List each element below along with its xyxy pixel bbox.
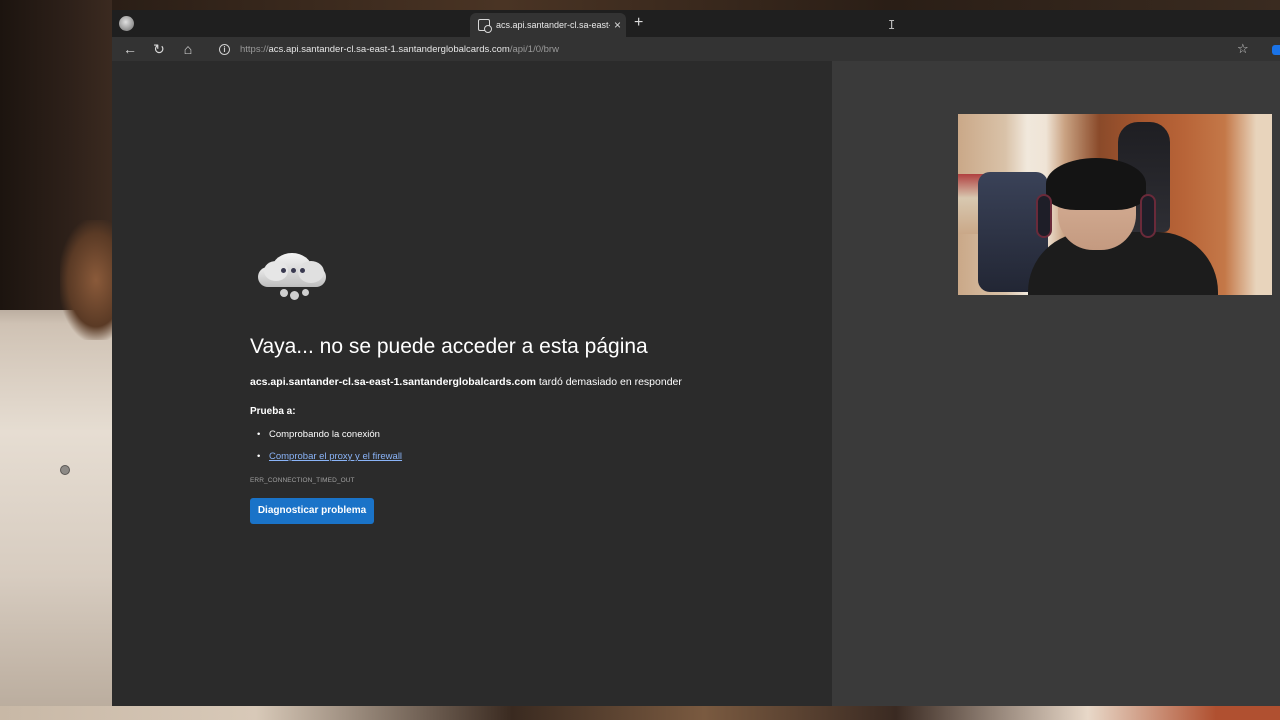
background-left-room xyxy=(0,0,120,720)
error-description: acs.api.santander-cl.sa-east-1.santander… xyxy=(250,376,682,388)
new-tab-button[interactable]: + xyxy=(634,14,643,32)
webcam-overlay xyxy=(958,114,1272,295)
background-hair xyxy=(60,220,120,340)
url-scheme: https:// xyxy=(240,43,269,55)
side-panel-edge xyxy=(1272,114,1280,295)
background-top-strip xyxy=(112,0,1280,10)
text-cursor-icon: I xyxy=(888,18,896,32)
address-bar[interactable]: i https://acs.api.santander-cl.sa-east-1… xyxy=(212,39,1262,59)
url-host: acs.api.santander-cl.sa-east-1.santander… xyxy=(268,43,510,55)
page-title: Vaya... no se puede acceder a esta págin… xyxy=(250,335,648,358)
home-button[interactable]: ⌂ xyxy=(179,40,197,58)
background-jacket-stud xyxy=(60,465,70,475)
page-content: Vaya... no se puede acceder a esta págin… xyxy=(112,61,832,706)
error-host: acs.api.santander-cl.sa-east-1.santander… xyxy=(250,376,536,388)
background-bottom-strip xyxy=(0,706,1280,720)
tab-close-icon[interactable]: × xyxy=(614,19,621,31)
error-description-suffix: tardó demasiado en responder xyxy=(535,376,682,388)
profile-avatar-icon[interactable] xyxy=(119,16,134,31)
star-icon[interactable]: ☆ xyxy=(1237,40,1249,58)
back-button[interactable]: ← xyxy=(121,40,139,58)
toolbar: ← ↻ ⌂ i https://acs.api.santander-cl.sa-… xyxy=(112,37,1280,61)
tab-title: acs.api.santander-cl.sa-east-1.santander… xyxy=(496,20,610,30)
tab-strip: acs.api.santander-cl.sa-east-1.santander… xyxy=(112,10,1280,37)
page-favicon-icon xyxy=(478,19,492,33)
diagnose-button[interactable]: Diagnosticar problema xyxy=(250,498,374,524)
tab-active[interactable]: acs.api.santander-cl.sa-east-1.santander… xyxy=(470,13,626,37)
try-label: Prueba a: xyxy=(250,406,296,417)
suggestion-check-proxy-link[interactable]: Comprobar el proxy y el firewall xyxy=(269,451,402,462)
url-path: /api/1/0/brw xyxy=(509,43,559,55)
url-text[interactable]: https://acs.api.santander-cl.sa-east-1.s… xyxy=(240,44,559,55)
screen: acs.api.santander-cl.sa-east-1.santander… xyxy=(0,0,1280,720)
error-code: ERR_CONNECTION_TIMED_OUT xyxy=(250,477,355,484)
list-item: • Comprobando la conexión xyxy=(257,429,380,440)
cloud-thinking-icon xyxy=(258,245,328,301)
suggestion-check-connection: Comprobando la conexión xyxy=(269,429,380,440)
info-icon[interactable]: i xyxy=(219,43,230,55)
refresh-button[interactable]: ↻ xyxy=(150,40,168,58)
list-item: • Comprobar el proxy y el firewall xyxy=(257,451,403,462)
copilot-icon[interactable] xyxy=(1272,45,1280,55)
